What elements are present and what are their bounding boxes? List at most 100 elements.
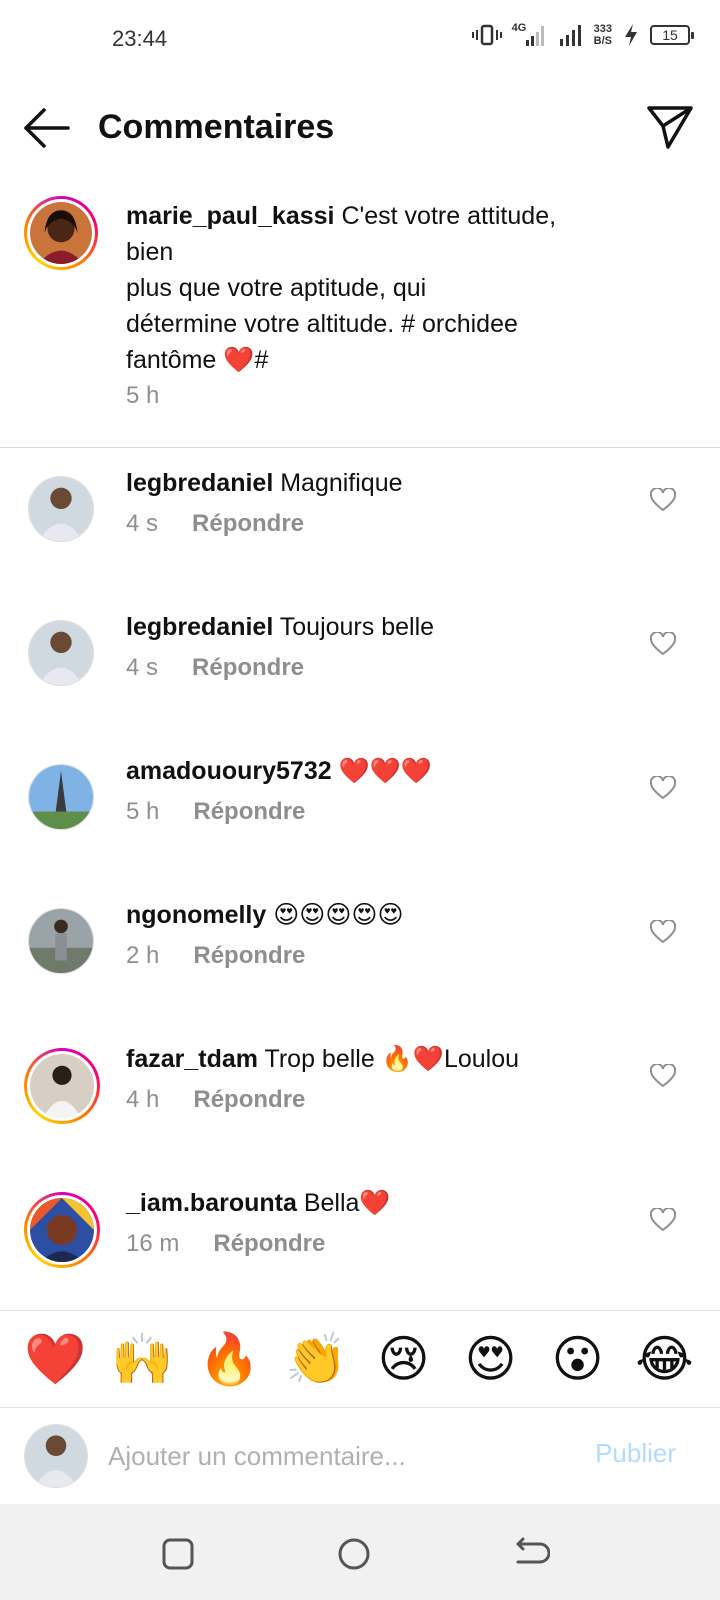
comment-list: legbredaniel Magnifique 4 s Répondre legb…: [0, 448, 720, 1312]
caption-line: plus que votre aptitude, qui: [126, 274, 427, 302]
signal-icon: [559, 25, 581, 46]
heart-outline-icon[interactable]: [650, 776, 676, 800]
speed-unit: B/S: [593, 35, 612, 47]
mobile-signal-icon: 4G: [512, 22, 548, 48]
comment-username[interactable]: amadououry5732: [126, 757, 332, 785]
status-time: 23:44: [112, 26, 168, 51]
heart-outline-icon[interactable]: [650, 632, 676, 656]
network-speed: 333 B/S: [594, 23, 612, 47]
comment-body: Toujours belle: [279, 613, 435, 641]
comment-timestamp: 5 h: [126, 798, 160, 825]
comment-timestamp: 4 s: [126, 510, 159, 537]
comment-username[interactable]: fazar_tdam: [126, 1045, 258, 1073]
caption-username[interactable]: marie_paul_kassi: [126, 202, 334, 230]
reply-button[interactable]: Répondre: [192, 654, 304, 682]
send-icon[interactable]: [646, 104, 694, 150]
comment-meta: 5 h Répondre: [126, 798, 305, 826]
heart-outline-icon[interactable]: [650, 1208, 676, 1232]
comment-input[interactable]: [108, 1434, 538, 1478]
comment-meta: 4 s Répondre: [126, 510, 304, 538]
comment-username[interactable]: legbredaniel: [126, 613, 273, 641]
battery-icon: 15: [650, 25, 694, 45]
comment-text: legbredaniel Toujours belle: [126, 610, 434, 644]
caption-text: marie_paul_kassi C'est votre attitude, b…: [126, 198, 606, 378]
comment-username[interactable]: legbredaniel: [126, 469, 273, 497]
emoji-quick-bar: ❤️ 🙌 🔥 👏 😢 😍 😮 😂: [0, 1310, 720, 1408]
comment-item: fazar_tdam Trop belle 🔥❤️Loulou 4 h Répon…: [0, 1024, 720, 1168]
comment-text: amadououry5732 ❤️❤️❤️: [126, 754, 432, 788]
avatar: [24, 1424, 88, 1488]
comment-meta: 16 m Répondre: [126, 1230, 325, 1258]
comment-meta: 4 h Répondre: [126, 1086, 305, 1114]
reply-button[interactable]: Répondre: [193, 798, 305, 826]
reply-button[interactable]: Répondre: [193, 942, 305, 970]
comment-timestamp: 4 h: [126, 1086, 160, 1113]
story-ring[interactable]: [24, 1048, 100, 1124]
avatar[interactable]: [28, 764, 94, 830]
emoji-crying-button[interactable]: 😢: [369, 1329, 439, 1389]
avatar[interactable]: [28, 620, 94, 686]
comment-body: Magnifique: [280, 469, 403, 497]
charging-icon: [625, 24, 637, 46]
reply-button[interactable]: Répondre: [213, 1230, 325, 1258]
emoji-heart-button[interactable]: ❤️: [21, 1329, 91, 1389]
story-ring[interactable]: [24, 1192, 100, 1268]
comment-username[interactable]: ngonomelly: [126, 901, 266, 929]
heart-outline-icon[interactable]: [650, 1064, 676, 1088]
avatar[interactable]: [28, 908, 94, 974]
header: Commentaires: [0, 88, 720, 168]
heart-emoji: ❤️: [223, 346, 255, 374]
comment-item: _iam.barounta Bella❤️ 16 m Répondre: [0, 1168, 720, 1312]
arrow-left-icon[interactable]: [22, 106, 72, 150]
comment-body: ❤️❤️❤️: [338, 757, 432, 785]
comment-timestamp: 16 m: [126, 1230, 180, 1257]
comment-timestamp: 4 s: [126, 654, 159, 681]
comment-text: fazar_tdam Trop belle 🔥❤️Loulou: [126, 1042, 519, 1076]
reply-button[interactable]: Répondre: [193, 1086, 305, 1114]
caption-hashtag: #: [254, 346, 269, 374]
comment-body: Trop belle 🔥❤️Loulou: [264, 1045, 520, 1073]
comment-timestamp: 2 h: [126, 942, 160, 969]
avatar: [30, 1054, 94, 1118]
status-bar: 23:44 4G 333 B/S 15: [0, 0, 720, 80]
comment-text: _iam.barounta Bella❤️: [126, 1186, 391, 1220]
heart-outline-icon[interactable]: [650, 920, 676, 944]
emoji-fire-button[interactable]: 🔥: [195, 1329, 265, 1389]
system-nav-bar: [0, 1504, 720, 1600]
post-caption: marie_paul_kassi C'est votre attitude, b…: [0, 196, 720, 448]
comment-body: 😍😍😍😍😍: [273, 901, 404, 929]
vibrate-icon: [471, 24, 502, 46]
speed-value: 333: [593, 23, 612, 35]
reply-button[interactable]: Répondre: [192, 510, 304, 538]
comment-body: Bella❤️: [303, 1189, 391, 1217]
publish-button[interactable]: Publier: [595, 1438, 676, 1469]
comment-meta: 4 s Répondre: [126, 654, 304, 682]
back-icon[interactable]: [510, 1534, 550, 1574]
comment-composer: Publier: [0, 1408, 720, 1504]
caption-line: détermine votre altitude. # orchidee: [126, 310, 518, 338]
heart-outline-icon[interactable]: [650, 488, 676, 512]
avatar[interactable]: [28, 476, 94, 542]
comment-meta: 2 h Répondre: [126, 942, 305, 970]
status-icons: 4G 333 B/S 15: [471, 22, 694, 48]
comment-item: ngonomelly 😍😍😍😍😍 2 h Répondre: [0, 880, 720, 1024]
home-icon[interactable]: [334, 1534, 374, 1574]
comment-item: amadououry5732 ❤️❤️❤️ 5 h Répondre: [0, 736, 720, 880]
caption-line: fantôme: [126, 346, 217, 374]
avatar: [30, 202, 92, 264]
caption-timestamp: 5 h: [126, 382, 160, 409]
emoji-laughing-button[interactable]: 😂: [630, 1329, 700, 1389]
page-title: Commentaires: [98, 108, 335, 146]
emoji-surprised-button[interactable]: 😮: [543, 1329, 613, 1389]
story-ring[interactable]: [24, 196, 98, 270]
comment-item: legbredaniel Magnifique 4 s Répondre: [0, 448, 720, 592]
comment-text: ngonomelly 😍😍😍😍😍: [126, 898, 404, 932]
recent-apps-icon[interactable]: [158, 1534, 198, 1574]
emoji-clap-button[interactable]: 👏: [282, 1329, 352, 1389]
comment-item: legbredaniel Toujours belle 4 s Répondre: [0, 592, 720, 736]
avatar: [30, 1198, 94, 1262]
emoji-raised-hands-button[interactable]: 🙌: [108, 1329, 178, 1389]
comment-text: legbredaniel Magnifique: [126, 466, 403, 500]
comment-username[interactable]: _iam.barounta: [126, 1189, 297, 1217]
emoji-heart-eyes-button[interactable]: 😍: [456, 1329, 526, 1389]
